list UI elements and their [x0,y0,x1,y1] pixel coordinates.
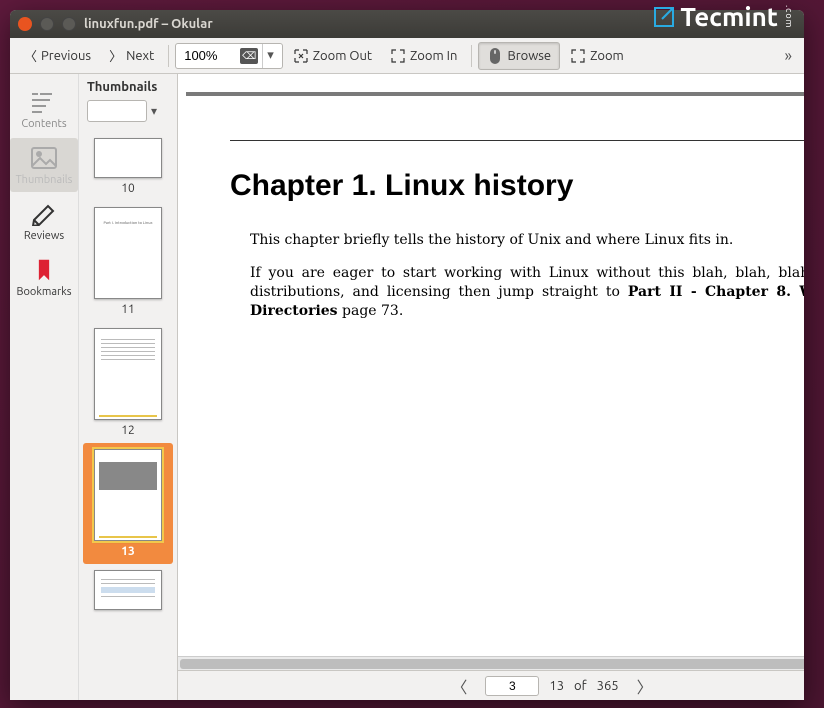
document-page: Chapter 1. Linux history This chapter br… [186,92,804,535]
page-next-button[interactable]: 〉 [629,674,661,698]
funnel-icon[interactable]: ▾ [151,104,169,118]
previous-button[interactable]: 〈 Previous [16,42,99,69]
toolbar-separator [168,45,169,67]
statusbar: 〈 13 of 365 〉 [178,670,804,700]
zoom-tool-icon [570,48,586,64]
thumbnail-label: 12 [121,424,135,437]
thumbnails-icon [30,146,58,170]
zoom-tool-button[interactable]: Zoom [562,44,632,68]
thumbnails-filter-input[interactable] [87,100,147,122]
toolbar-separator [471,45,472,67]
page-total: 365 [597,679,619,693]
thumbnail-page-preview: Chapter 1. Linux history [94,449,162,541]
sidebar-tab-reviews[interactable]: Reviews [10,194,78,248]
page-prev-button[interactable]: 〈 [443,674,475,698]
previous-label: Previous [41,49,91,63]
window-close-button[interactable] [18,17,32,31]
sidebar-tabs: Contents Thumbnails Reviews Bookmarks [10,74,79,700]
thumbnail-item-selected[interactable]: Chapter 1. Linux history 13 [83,443,173,564]
document-area: Chapter 1. Linux history This chapter br… [178,74,804,700]
mouse-icon [487,47,503,65]
thumbnail-item[interactable]: 12 [83,322,173,443]
thumbnail-item[interactable]: 10 [83,132,173,201]
zoom-combobox[interactable]: ⌫ ▾ [175,43,283,69]
thumbnails-label: Thumbnails [16,174,73,186]
main-toolbar: 〈 Previous 〉 Next ⌫ ▾ Zoom Out Zoom In B… [10,38,804,74]
tecmint-watermark: Tecmint .com [652,2,794,31]
thumbnail-label: 11 [121,303,135,316]
zoom-in-button[interactable]: Zoom In [382,44,465,68]
page-number-input[interactable] [485,676,539,696]
thumbnail-page-preview [94,570,162,610]
page-rule [230,140,804,141]
thumbnail-item[interactable]: Part I. Introduction to Linux 11 [83,201,173,322]
thumbnail-label: 13 [121,545,135,558]
of-label: of [574,679,587,693]
window-title: linuxfun.pdf – Okular [84,17,213,31]
thumbnail-page-preview [94,328,162,420]
browse-label: Browse [507,49,551,63]
window-maximize-button[interactable] [62,17,76,31]
zoom-in-icon [390,48,406,64]
scrollbar-handle[interactable] [180,659,804,669]
contents-label: Contents [21,118,66,130]
browse-button[interactable]: Browse [478,42,560,70]
zoom-input[interactable] [180,48,240,63]
thumbnail-page-preview [94,138,162,178]
chevron-left-icon: 〈 [24,46,37,65]
window-minimize-button[interactable] [40,17,54,31]
chevron-right-icon: 〉 [109,46,122,65]
thumbnails-list[interactable]: 10 Part I. Introduction to Linux 11 [79,128,177,700]
reviews-icon [30,202,58,226]
paragraph: This chapter briefly tells the history o… [230,231,804,250]
sidebar-tab-thumbnails[interactable]: Thumbnails [10,138,78,192]
tecmint-logo-icon [652,5,676,29]
sidebar-tab-contents[interactable]: Contents [10,82,78,136]
thumbnails-filter-row: ▾ [79,100,177,128]
page-shown: 13 [549,679,564,693]
bookmarks-label: Bookmarks [16,286,71,298]
thumbnail-page-preview: Part I. Introduction to Linux [94,207,162,299]
thumbnail-label: 10 [121,182,135,195]
toolbar-overflow-icon[interactable]: » [778,47,798,65]
main-area: Contents Thumbnails Reviews Bookmarks Th… [10,74,804,700]
next-label: Next [126,49,154,63]
thumbnails-panel: Thumbnails ▾ 10 Part I. Introduction to … [79,74,178,700]
thumbnails-header: Thumbnails [79,74,177,100]
zoom-dropdown-icon[interactable]: ▾ [262,44,278,68]
reviews-label: Reviews [24,230,64,242]
thumbnail-item[interactable] [83,564,173,616]
document-viewport[interactable]: Chapter 1. Linux history This chapter br… [178,74,804,656]
paragraph: If you are eager to start working with L… [230,264,804,321]
bookmark-icon [30,258,58,282]
paragraph-text: page 73. [338,303,404,319]
chapter-title: Chapter 1. Linux history [230,169,804,203]
watermark-suffix: .com [784,5,794,28]
clear-icon[interactable]: ⌫ [240,48,258,64]
sidebar-tab-bookmarks[interactable]: Bookmarks [10,250,78,304]
zoom-out-button[interactable]: Zoom Out [285,44,380,68]
watermark-brand: Tecmint [680,2,778,31]
next-button[interactable]: 〉 Next [101,42,162,69]
app-window: linuxfun.pdf – Okular 〈 Previous 〉 Next … [10,10,804,700]
contents-icon [30,90,58,114]
zoom-out-icon [293,48,309,64]
zoom-tool-label: Zoom [590,49,624,63]
zoom-out-label: Zoom Out [313,49,372,63]
zoom-in-label: Zoom In [410,49,457,63]
horizontal-scrollbar[interactable] [178,656,804,670]
